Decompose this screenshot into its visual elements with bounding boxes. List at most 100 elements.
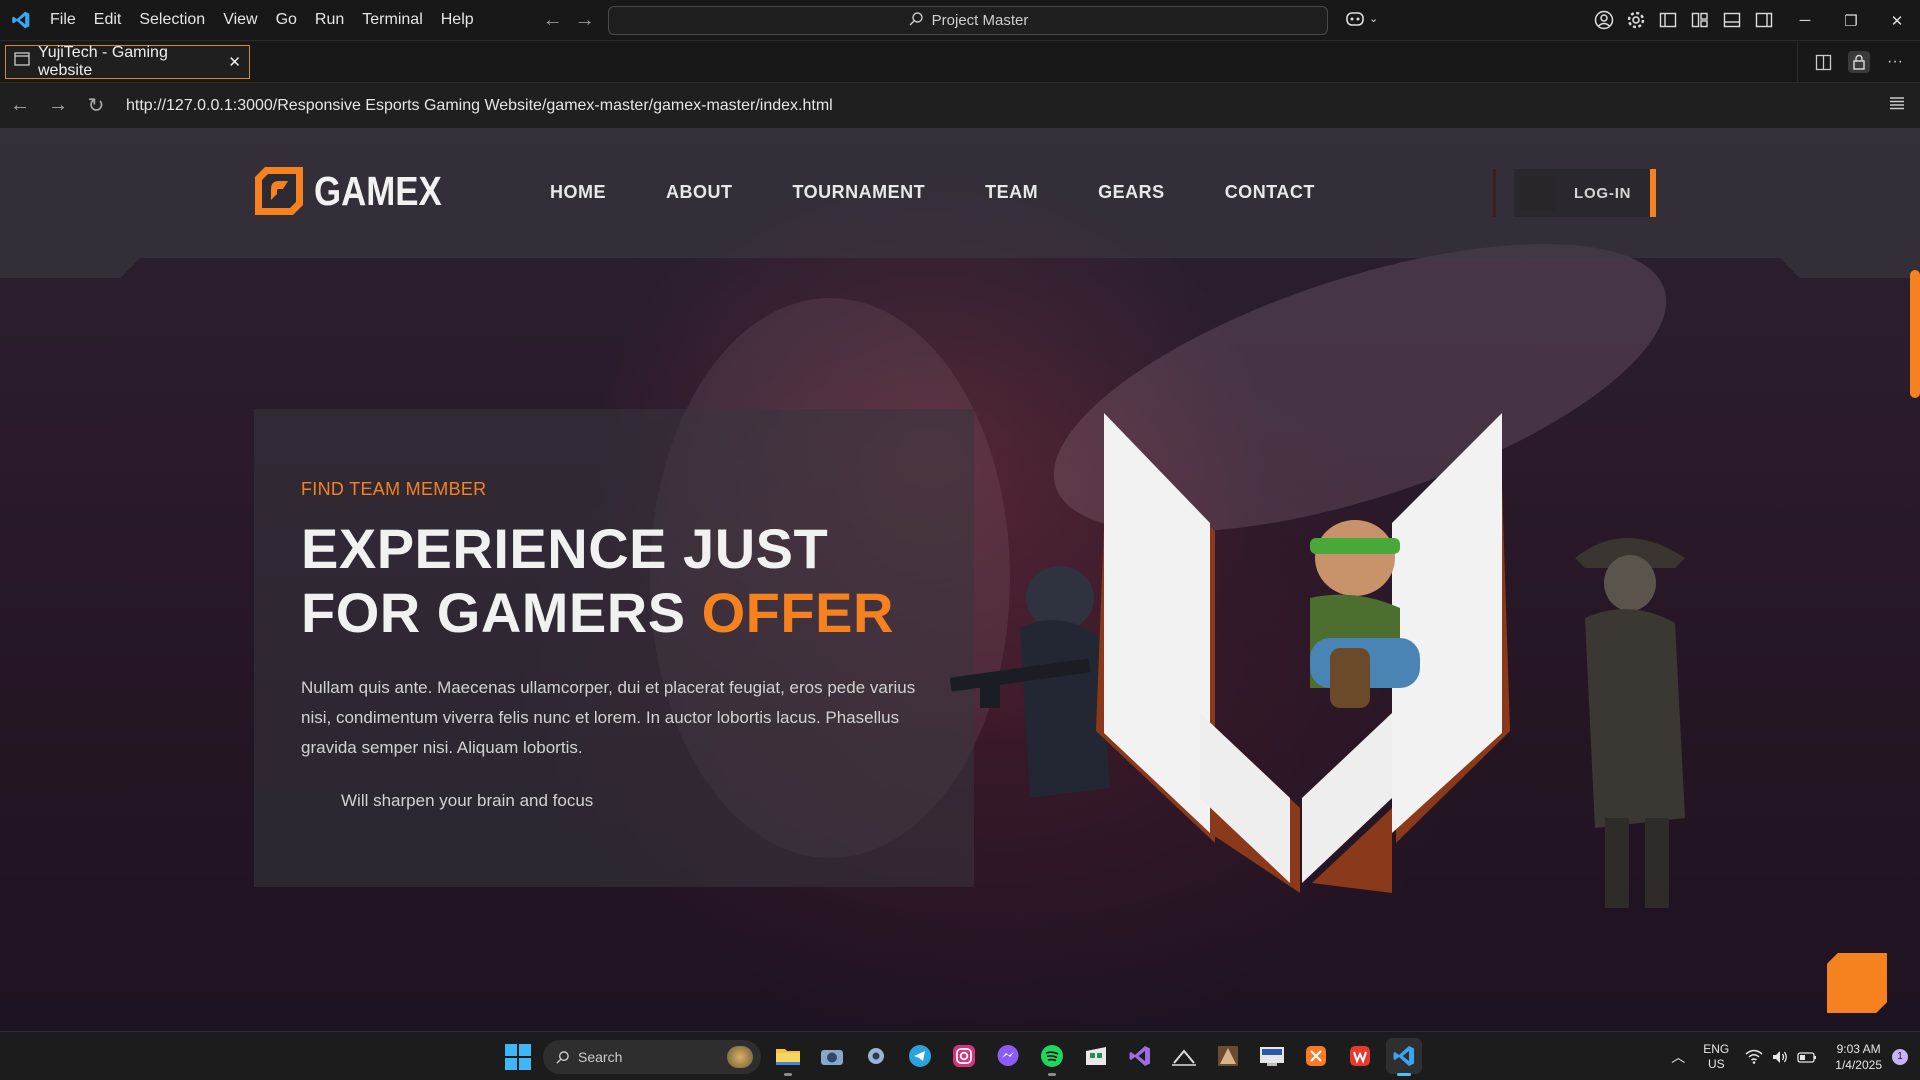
hero-paragraph: Nullam quis ante. Maecenas ullamcorper, …: [301, 678, 916, 757]
toggle-primary-sidebar-icon[interactable]: [1657, 9, 1679, 31]
viking-character-image: [1310, 520, 1420, 708]
gamex-logo-icon: [255, 167, 303, 215]
vscode-logo-icon: [0, 0, 41, 41]
header-bottom-edge: [0, 258, 1920, 278]
headline-accent: OFFER: [701, 581, 894, 644]
menu-go[interactable]: Go: [267, 5, 306, 35]
headline-line-1: EXPERIENCE JUST: [301, 517, 829, 580]
more-actions-icon[interactable]: ···: [1884, 51, 1906, 73]
command-center-label: Project Master: [931, 12, 1029, 29]
copilot-icon: [1346, 12, 1364, 26]
devtool-icon[interactable]: [1254, 1038, 1290, 1074]
title-actions: [1593, 9, 1775, 31]
nav-about[interactable]: ABOUT: [666, 182, 733, 203]
hero-eyebrow: FIND TEAM MEMBER: [301, 479, 487, 499]
instagram-icon[interactable]: [946, 1038, 982, 1074]
file-explorer-icon[interactable]: [770, 1038, 806, 1076]
tray-overflow-icon[interactable]: ︿: [1671, 1047, 1685, 1067]
window-controls: ─ ❐ ✕: [1782, 0, 1920, 41]
spotify-icon[interactable]: [1034, 1038, 1070, 1076]
toggle-panel-icon[interactable]: [1721, 9, 1743, 31]
language-indicator[interactable]: ENG US: [1703, 1042, 1729, 1072]
browser-preview-icon: [14, 52, 30, 71]
url-field[interactable]: http://127.0.0.1:3000/Responsive Esports…: [126, 97, 833, 115]
close-window-icon[interactable]: ✕: [1874, 0, 1920, 41]
login-left-bar: [1493, 169, 1496, 217]
back-arrow-icon[interactable]: ←: [543, 9, 563, 32]
visual-studio-icon[interactable]: [1122, 1038, 1158, 1074]
search-highlight-icon: [727, 1046, 753, 1068]
taskbar-search[interactable]: Search: [543, 1040, 761, 1074]
nav-contact[interactable]: CONTACT: [1225, 182, 1315, 203]
menu-file[interactable]: File: [41, 5, 85, 35]
taskbar-apps: [770, 1038, 1422, 1076]
telegram-icon[interactable]: [902, 1038, 938, 1074]
hero-headline: EXPERIENCE JUST FOR GAMERS OFFER: [301, 517, 894, 645]
hero-subtext: Will sharpen your brain and focus: [341, 791, 594, 810]
main-nav: HOME ABOUT TOURNAMENT TEAM GEARS CONTACT: [520, 182, 1345, 203]
lock-icon[interactable]: [1848, 51, 1870, 73]
menu-edit[interactable]: Edit: [85, 5, 131, 35]
store-icon[interactable]: [1078, 1038, 1114, 1074]
terminal-icon[interactable]: [1166, 1038, 1202, 1074]
login-button[interactable]: LOG-IN: [1493, 168, 1656, 218]
site-logo[interactable]: GAMEX: [253, 165, 464, 217]
minimize-icon[interactable]: ─: [1782, 0, 1828, 41]
wps-office-icon[interactable]: [1342, 1038, 1378, 1074]
clock-time: 9:03 AM: [1836, 1041, 1881, 1056]
search-icon: [908, 11, 924, 31]
hero-card: FIND TEAM MEMBER EXPERIENCE JUST FOR GAM…: [254, 409, 974, 887]
xampp-icon[interactable]: [1298, 1038, 1334, 1074]
wifi-icon: [1745, 1049, 1763, 1064]
notification-badge[interactable]: 1: [1892, 1048, 1908, 1065]
login-accent-bar: [1650, 169, 1656, 217]
language-code: ENG: [1703, 1041, 1730, 1056]
restore-icon[interactable]: ❐: [1828, 0, 1874, 41]
nav-team[interactable]: TEAM: [985, 182, 1038, 203]
copilot-button[interactable]: ⌄: [1345, 9, 1378, 27]
vscode-titlebar: File Edit Selection View Go Run Terminal…: [0, 0, 1920, 41]
browser-address-bar: ← → ↻ http://127.0.0.1:3000/Responsive E…: [0, 83, 1920, 128]
nav-tournament[interactable]: TOURNAMENT: [793, 182, 926, 203]
command-center[interactable]: Project Master: [608, 6, 1328, 35]
scroll-to-top-button[interactable]: [1827, 953, 1887, 1013]
menu-bar: File Edit Selection View Go Run Terminal…: [41, 0, 483, 41]
account-icon[interactable]: [1593, 9, 1615, 31]
tab-gaming-website[interactable]: YujiTech - Gaming website ✕: [5, 43, 250, 79]
customize-layout-icon[interactable]: [1689, 9, 1711, 31]
browser-back-icon[interactable]: ←: [2, 88, 38, 124]
menu-help[interactable]: Help: [432, 5, 483, 35]
nav-gears[interactable]: GEARS: [1098, 182, 1165, 203]
menu-selection[interactable]: Selection: [130, 5, 214, 35]
clock[interactable]: 9:03 AM 1/4/2025: [1835, 1041, 1882, 1073]
logo-text: GAMEX: [314, 167, 442, 214]
toggle-secondary-sidebar-icon[interactable]: [1753, 9, 1775, 31]
close-tab-icon[interactable]: ✕: [228, 53, 241, 71]
menu-terminal[interactable]: Terminal: [353, 5, 431, 35]
menu-view[interactable]: View: [214, 5, 266, 35]
game-icon[interactable]: [1210, 1038, 1246, 1074]
quick-settings[interactable]: [1745, 1049, 1817, 1065]
website-viewport: GAMEX HOME ABOUT TOURNAMENT TEAM GEARS C…: [0, 128, 1920, 1031]
browser-forward-icon[interactable]: →: [40, 88, 76, 124]
tab-actions: ···: [1797, 41, 1920, 83]
camera-icon[interactable]: [814, 1038, 850, 1074]
editor-tab-bar: YujiTech - Gaming website ✕ ···: [0, 41, 1920, 83]
vscode-taskbar-icon[interactable]: [1386, 1038, 1422, 1076]
login-label: LOG-IN: [1574, 184, 1632, 202]
battery-icon: [1797, 1051, 1817, 1063]
history-nav: ← →: [543, 9, 595, 32]
windows-start-icon[interactable]: [505, 1044, 531, 1070]
settings-icon[interactable]: [858, 1038, 894, 1074]
tab-label: YujiTech - Gaming website: [38, 43, 168, 79]
nav-home[interactable]: HOME: [550, 182, 606, 203]
messenger-icon[interactable]: [990, 1038, 1026, 1074]
page-scrollbar[interactable]: [1910, 270, 1920, 398]
hamburger-menu-icon[interactable]: [1888, 95, 1906, 116]
forward-arrow-icon[interactable]: →: [575, 9, 595, 32]
menu-run[interactable]: Run: [306, 5, 353, 35]
split-editor-icon[interactable]: [1812, 51, 1834, 73]
reload-icon[interactable]: ↻: [78, 88, 114, 124]
gear-icon[interactable]: [1625, 9, 1647, 31]
login-box: LOG-IN: [1514, 169, 1650, 217]
